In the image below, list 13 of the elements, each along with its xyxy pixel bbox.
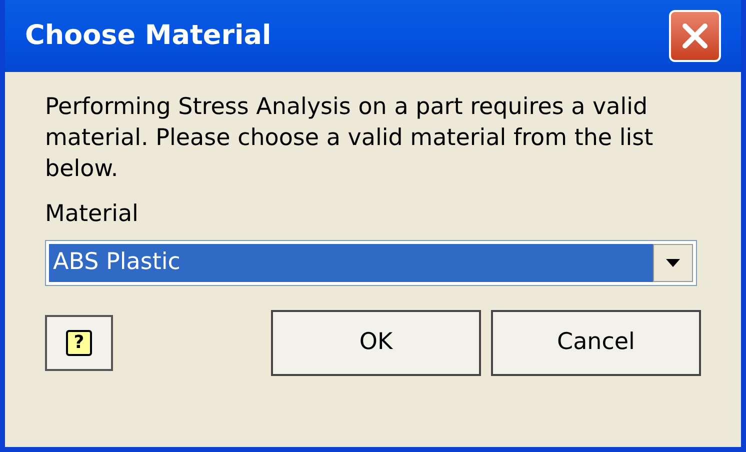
help-icon: ? (66, 330, 92, 356)
material-label: Material (45, 200, 140, 229)
close-icon (680, 21, 710, 51)
ok-button[interactable]: OK (271, 310, 481, 376)
window-title: Choose Material (25, 18, 272, 53)
dropdown-arrow-button[interactable] (653, 244, 693, 282)
cancel-button[interactable]: Cancel (491, 310, 701, 376)
material-value: ABS Plastic (49, 244, 653, 282)
close-button[interactable] (669, 10, 721, 62)
caret-icon (666, 258, 680, 266)
help-button[interactable]: ? (45, 314, 113, 370)
material-dropdown[interactable]: ABS Plastic (45, 240, 697, 286)
message-text: Performing Stress Analysis on a part requires a valid material. Please choose a valid material from the list below. (45, 93, 654, 184)
